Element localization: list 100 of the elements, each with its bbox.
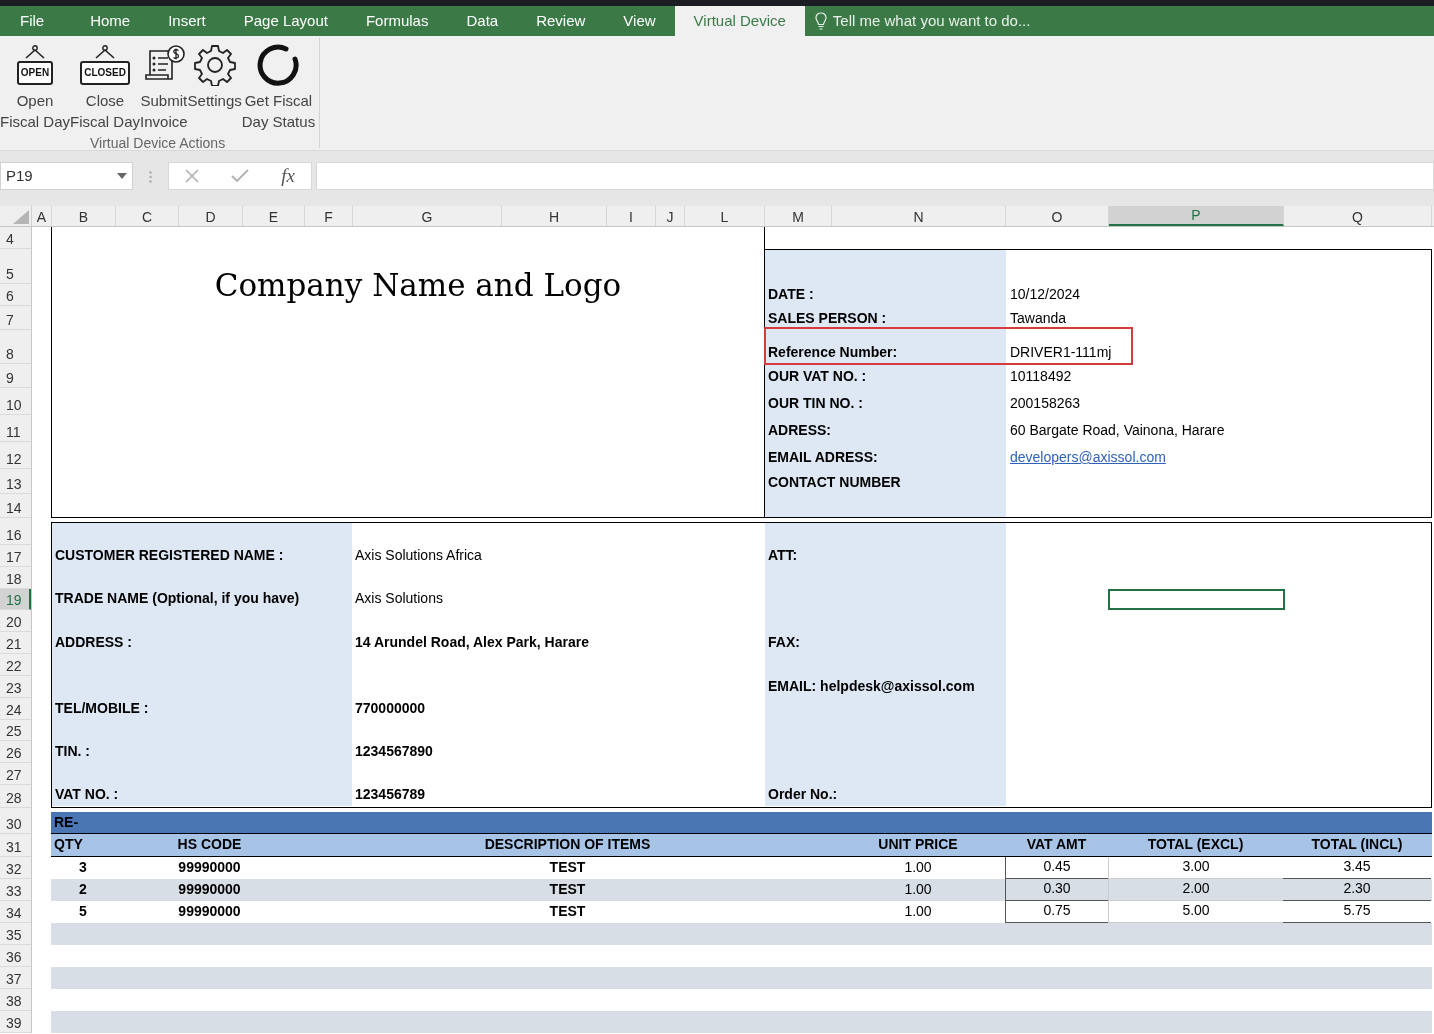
- company-name: Company Name and Logo: [213, 266, 622, 305]
- row-header[interactable]: 23: [0, 676, 31, 698]
- ribbon-button[interactable]: Submit Invoice: [140, 38, 188, 132]
- label-cell: TEL/MOBILE :: [52, 698, 352, 720]
- row-header[interactable]: 21: [0, 632, 31, 654]
- ribbon-button[interactable]: Get Fiscal Day Status: [241, 38, 316, 132]
- column-heading: TOTAL (INCL): [1310, 835, 1404, 854]
- column-header[interactable]: D: [179, 206, 243, 226]
- dropdown-caret-icon: [117, 173, 127, 179]
- row-header[interactable]: 31: [0, 834, 31, 857]
- column-header[interactable]: Q: [1284, 206, 1432, 226]
- customer-value: Axis Solutions: [355, 589, 443, 608]
- field-label: SALES PERSON :: [768, 310, 887, 326]
- ribbon-tab[interactable]: Home: [71, 6, 150, 36]
- row-header[interactable]: 13: [0, 469, 31, 494]
- insert-function-button[interactable]: fx: [281, 161, 295, 191]
- field-value: DRIVER1-111mj: [1009, 343, 1112, 362]
- ribbon-button[interactable]: OPEN Open Fiscal Day: [0, 38, 70, 132]
- customer-value: 1234567890: [355, 742, 433, 761]
- active-cell[interactable]: [1108, 589, 1285, 610]
- row-header[interactable]: 39: [0, 1011, 31, 1033]
- row-header[interactable]: 27: [0, 763, 31, 785]
- row-header[interactable]: 7: [0, 306, 31, 330]
- row-header[interactable]: 4: [0, 227, 31, 249]
- column-heading: QTY: [53, 835, 84, 854]
- row-header[interactable]: 5: [0, 249, 31, 284]
- row-header[interactable]: 19: [0, 589, 31, 610]
- name-box[interactable]: P19: [0, 162, 133, 190]
- row-header[interactable]: 25: [0, 720, 31, 741]
- table-cell-text: TEST: [548, 902, 587, 921]
- row-header[interactable]: 9: [0, 364, 31, 388]
- column-header[interactable]: M: [765, 206, 832, 226]
- table-cell-text: 1.00: [903, 858, 933, 877]
- column-header[interactable]: G: [353, 206, 502, 226]
- column-header[interactable]: E: [243, 206, 305, 226]
- row-header[interactable]: 37: [0, 967, 31, 989]
- ribbon-tab[interactable]: Virtual Device: [674, 6, 805, 36]
- select-all-icon[interactable]: [13, 210, 29, 224]
- column-heading: HS CODE: [176, 835, 243, 854]
- row-header[interactable]: 38: [0, 989, 31, 1011]
- column-header[interactable]: A: [32, 206, 52, 226]
- column-header[interactable]: P: [1109, 206, 1284, 226]
- table-cell-text: TEST: [548, 858, 587, 877]
- field-value: 60 Bargate Road, Vainona, Harare: [1009, 421, 1225, 440]
- ribbon-tab[interactable]: Data: [447, 6, 518, 36]
- row-header[interactable]: 36: [0, 945, 31, 967]
- row-header[interactable]: 34: [0, 901, 31, 923]
- row-header[interactable]: 20: [0, 610, 31, 632]
- field-label: Reference Number:: [768, 344, 898, 360]
- label-cell: FAX:: [765, 632, 1006, 654]
- ribbon-tab[interactable]: Review: [517, 6, 605, 36]
- column-header[interactable]: J: [656, 206, 685, 226]
- row-header[interactable]: 6: [0, 284, 31, 306]
- ribbon-tab[interactable]: Insert: [149, 6, 225, 36]
- tell-me-field[interactable]: Tell me what you want to do...: [804, 6, 1031, 36]
- field-value: 10118492: [1009, 367, 1072, 386]
- field-label: OUR TIN NO. :: [768, 395, 863, 411]
- field-value: 200158263: [1009, 394, 1081, 413]
- email-link[interactable]: developers@axissol.com: [1006, 447, 1166, 468]
- column-header[interactable]: B: [52, 206, 116, 226]
- row-header[interactable]: 30: [0, 812, 31, 834]
- row-header[interactable]: 35: [0, 923, 31, 945]
- column-header[interactable]: F: [305, 206, 353, 226]
- cancel-icon[interactable]: [185, 169, 200, 183]
- row-header[interactable]: 16: [0, 522, 31, 545]
- field-label: CONTACT NUMBER: [768, 474, 901, 490]
- formula-input[interactable]: [316, 162, 1434, 190]
- label-cell: ATT:: [765, 545, 1006, 567]
- row-header[interactable]: 11: [0, 415, 31, 442]
- row-header[interactable]: 12: [0, 442, 31, 469]
- row-header[interactable]: 10: [0, 388, 31, 415]
- ribbon-tab[interactable]: Page Layout: [224, 6, 347, 36]
- column-header[interactable]: N: [832, 206, 1006, 226]
- ribbon-tab[interactable]: View: [604, 6, 675, 36]
- settings-icon: [192, 44, 237, 86]
- row-header[interactable]: 32: [0, 857, 31, 879]
- row-header[interactable]: 33: [0, 879, 31, 901]
- column-header[interactable]: I: [607, 206, 656, 226]
- column-header[interactable]: L: [685, 206, 765, 226]
- check-icon[interactable]: [231, 169, 250, 183]
- group-label: Virtual Device Actions: [90, 134, 226, 153]
- ribbon-tab[interactable]: File: [0, 6, 72, 36]
- row-header[interactable]: 14: [0, 494, 31, 518]
- row-header[interactable]: 8: [0, 330, 31, 364]
- loading-ring-icon: [256, 43, 301, 87]
- column-header[interactable]: H: [502, 206, 607, 226]
- ribbon-tab[interactable]: Formulas: [346, 6, 448, 36]
- table-cell-text: 2: [78, 880, 88, 899]
- table-cell-text: 3: [78, 858, 88, 877]
- grip-icon: [149, 171, 152, 183]
- row-header[interactable]: 17: [0, 545, 31, 567]
- row-header[interactable]: 26: [0, 741, 31, 763]
- column-header[interactable]: C: [116, 206, 179, 226]
- row-header[interactable]: 24: [0, 698, 31, 720]
- row-header[interactable]: 22: [0, 654, 31, 676]
- field-label: DATE :: [768, 286, 814, 302]
- ribbon-button[interactable]: CLOSED Close Fiscal Day: [70, 38, 141, 132]
- table-cell-text: 1.00: [903, 902, 933, 921]
- row-header[interactable]: 28: [0, 785, 31, 808]
- ribbon-button[interactable]: Settings: [187, 38, 242, 111]
